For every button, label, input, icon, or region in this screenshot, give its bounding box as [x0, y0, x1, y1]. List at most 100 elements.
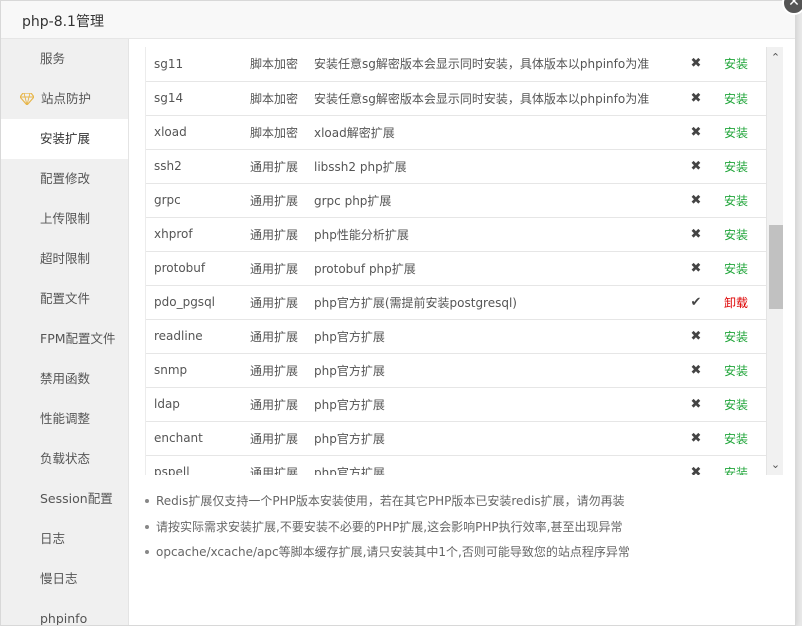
sidebar-item-timeout-limit[interactable]: 超时限制: [1, 239, 128, 279]
scrollbar-thumb[interactable]: [769, 225, 783, 310]
extension-name: protobuf: [146, 251, 250, 286]
sidebar-item-config-file[interactable]: 配置文件: [1, 279, 128, 319]
not-installed-x-icon: ✖: [678, 149, 714, 184]
sidebar-item-label: 超时限制: [40, 251, 91, 266]
install-link[interactable]: 安装: [714, 115, 766, 150]
sidebar-item-label: 负载状态: [40, 451, 91, 466]
install-link[interactable]: 安装: [714, 251, 766, 286]
extension-type: 通用扩展: [250, 149, 314, 184]
not-installed-x-icon: ✖: [678, 115, 714, 150]
install-link[interactable]: 安装: [714, 387, 766, 422]
sidebar-item-install-extension[interactable]: 安装扩展: [1, 119, 128, 159]
sidebar-item-performance[interactable]: 性能调整: [1, 399, 128, 439]
install-link[interactable]: 安装: [714, 319, 766, 354]
table-row: xload 脚本加密 xload解密扩展 ✖ 安装: [146, 115, 766, 150]
extension-description: php官方扩展: [314, 353, 678, 388]
install-link[interactable]: 安装: [714, 47, 766, 82]
sidebar-item-slow-log[interactable]: 慢日志: [1, 559, 128, 599]
table-row: enchant 通用扩展 php官方扩展 ✖ 安装: [146, 421, 766, 456]
sidebar-item-phpinfo[interactable]: phpinfo: [1, 599, 128, 625]
notes-list: Redis扩展仅支持一个PHP版本安装使用，若在其它PHP版本已安装redis扩…: [143, 491, 783, 568]
extension-type: 脚本加密: [250, 81, 314, 116]
table-row: readline 通用扩展 php官方扩展 ✖ 安装: [146, 319, 766, 354]
sidebar-item-config-edit[interactable]: 配置修改: [1, 159, 128, 199]
sidebar: 服务 站点防护 安装扩展 配置修改 上传限制 超时限制 配置文件 FPM配置文件…: [1, 39, 129, 625]
sidebar-item-log[interactable]: 日志: [1, 519, 128, 559]
sidebar-item-label: 安装扩展: [40, 131, 91, 146]
install-link[interactable]: 安装: [714, 149, 766, 184]
table-row: ssh2 通用扩展 libssh2 php扩展 ✖ 安装: [146, 149, 766, 184]
install-link[interactable]: 安装: [714, 183, 766, 218]
extension-name: xhprof: [146, 217, 250, 252]
extension-name: ldap: [146, 387, 250, 422]
table-row: pdo_pgsql 通用扩展 php官方扩展(需提前安装postgresql) ✔ 卸载: [146, 285, 766, 320]
scroll-up-icon[interactable]: ⌃: [767, 49, 784, 66]
sidebar-item-label: 禁用函数: [40, 371, 91, 386]
install-link[interactable]: 安装: [714, 421, 766, 456]
install-link[interactable]: 安装: [714, 353, 766, 388]
extension-name: pdo_pgsql: [146, 285, 250, 320]
not-installed-x-icon: ✖: [678, 387, 714, 422]
extension-type: 通用扩展: [250, 421, 314, 456]
main-panel: sg11 脚本加密 安装任意sg解密版本会显示同时安装，具体版本以phpinfo为准…: [129, 39, 795, 625]
extension-name: sg14: [146, 81, 250, 116]
not-installed-x-icon: ✖: [678, 183, 714, 218]
extension-description: 安装任意sg解密版本会显示同时安装，具体版本以phpinfo为准: [314, 47, 678, 82]
extension-type: 通用扩展: [250, 319, 314, 354]
table-row: snmp 通用扩展 php官方扩展 ✖ 安装: [146, 353, 766, 388]
table-row: protobuf 通用扩展 protobuf php扩展 ✖ 安装: [146, 251, 766, 286]
extension-name: sg11: [146, 47, 250, 82]
extension-name: xload: [146, 115, 250, 150]
extension-description: php官方扩展: [314, 421, 678, 456]
extension-name: grpc: [146, 183, 250, 218]
extension-description: php性能分析扩展: [314, 217, 678, 252]
extension-type: 通用扩展: [250, 217, 314, 252]
table-scrollbar[interactable]: ⌃ ⌄: [766, 47, 783, 475]
extension-description: php官方扩展: [314, 387, 678, 422]
sidebar-item-label: FPM配置文件: [40, 331, 116, 346]
not-installed-x-icon: ✖: [678, 217, 714, 252]
extension-name: ssh2: [146, 149, 250, 184]
extension-type: 脚本加密: [250, 47, 314, 82]
table-row: sg11 脚本加密 安装任意sg解密版本会显示同时安装，具体版本以phpinfo为准…: [146, 47, 766, 82]
uninstall-link[interactable]: 卸载: [714, 285, 766, 320]
not-installed-x-icon: ✖: [678, 319, 714, 354]
sidebar-item-disabled-functions[interactable]: 禁用函数: [1, 359, 128, 399]
table-row: grpc 通用扩展 grpc php扩展 ✖ 安装: [146, 183, 766, 218]
table-row: pspell 通用扩展 php官方扩展 ✖ 安装: [146, 455, 766, 475]
sidebar-item-fpm-config[interactable]: FPM配置文件: [1, 319, 128, 359]
table-row: xhprof 通用扩展 php性能分析扩展 ✖ 安装: [146, 217, 766, 252]
extension-type: 脚本加密: [250, 115, 314, 150]
sidebar-item-label: 服务: [40, 51, 66, 66]
extensions-table-container[interactable]: sg11 脚本加密 安装任意sg解密版本会显示同时安装，具体版本以phpinfo为准…: [145, 47, 766, 475]
extension-description: php官方扩展: [314, 319, 678, 354]
sidebar-item-label: 配置修改: [40, 171, 91, 186]
extension-description: libssh2 php扩展: [314, 149, 678, 184]
scroll-down-icon[interactable]: ⌄: [767, 456, 784, 473]
sidebar-item-service[interactable]: 服务: [1, 39, 128, 79]
sidebar-item-site-protection[interactable]: 站点防护: [1, 79, 128, 119]
sidebar-item-label: 慢日志: [40, 571, 78, 586]
sidebar-item-label: 性能调整: [40, 411, 91, 426]
extension-type: 通用扩展: [250, 251, 314, 286]
note-item: opcache/xcache/apc等脚本缓存扩展,请只安装其中1个,否则可能导…: [143, 542, 783, 568]
table-row: ldap 通用扩展 php官方扩展 ✖ 安装: [146, 387, 766, 422]
extension-description: 安装任意sg解密版本会显示同时安装，具体版本以phpinfo为准: [314, 81, 678, 116]
sidebar-item-label: 日志: [40, 531, 66, 546]
extension-type: 通用扩展: [250, 455, 314, 475]
extension-type: 通用扩展: [250, 387, 314, 422]
dialog-titlebar[interactable]: php-8.1管理: [1, 1, 795, 39]
note-item: Redis扩展仅支持一个PHP版本安装使用，若在其它PHP版本已安装redis扩…: [143, 491, 783, 517]
sidebar-item-upload-limit[interactable]: 上传限制: [1, 199, 128, 239]
extension-type: 通用扩展: [250, 183, 314, 218]
sidebar-item-session-config[interactable]: Session配置: [1, 479, 128, 519]
not-installed-x-icon: ✖: [678, 251, 714, 286]
install-link[interactable]: 安装: [714, 455, 766, 475]
extension-name: readline: [146, 319, 250, 354]
extension-type: 通用扩展: [250, 353, 314, 388]
install-link[interactable]: 安装: [714, 81, 766, 116]
not-installed-x-icon: ✖: [678, 353, 714, 388]
extension-description: php官方扩展: [314, 455, 678, 475]
sidebar-item-load-status[interactable]: 负载状态: [1, 439, 128, 479]
install-link[interactable]: 安装: [714, 217, 766, 252]
